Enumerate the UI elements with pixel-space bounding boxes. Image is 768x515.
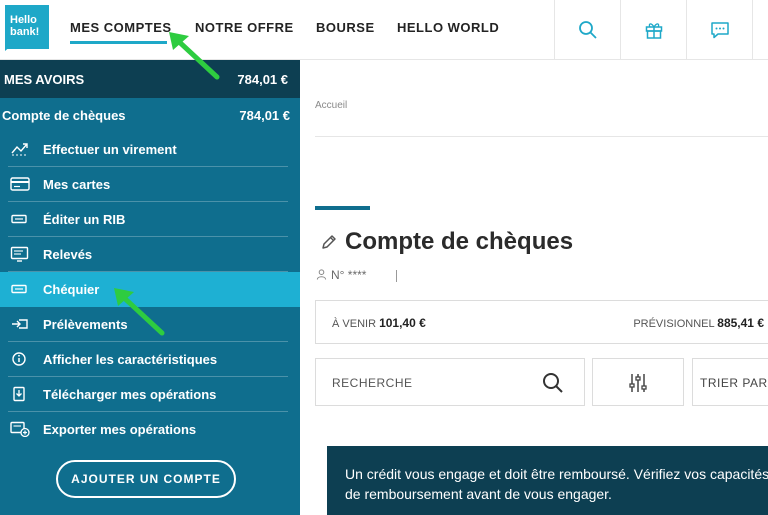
download-icon xyxy=(13,386,25,402)
sort-label: TRIER PAR xyxy=(700,376,768,390)
sidebar-item-virement[interactable]: Effectuer un virement xyxy=(0,132,300,167)
chat-button[interactable] xyxy=(686,0,752,59)
info-icon xyxy=(12,352,26,366)
upcoming-amount: 101,40 € xyxy=(379,316,426,330)
transfer-icon xyxy=(11,143,28,156)
rib-icon xyxy=(11,214,27,224)
account-actions-menu: Effectuer un virement Mes cartes Éditer … xyxy=(0,132,300,447)
user-icon xyxy=(316,269,327,280)
account-number: N° **** xyxy=(316,268,398,282)
header-extra-button[interactable] xyxy=(752,0,768,59)
card-icon xyxy=(10,177,30,191)
nav-bourse[interactable]: BOURSE xyxy=(316,20,375,35)
balance-summary: À VENIR 101,40 € PRÉVISIONNEL 885,41 € xyxy=(315,300,768,344)
sidebar-item-label: Éditer un RIB xyxy=(43,212,126,227)
add-account-button[interactable]: AJOUTER UN COMPTE xyxy=(56,460,236,498)
search-button[interactable] xyxy=(554,0,620,59)
upcoming-label: À VENIR xyxy=(332,318,377,330)
mes-avoirs-row[interactable]: MES AVOIRS 784,01 € xyxy=(0,60,300,98)
separator xyxy=(396,269,398,282)
sidebar-item-telecharger[interactable]: Télécharger mes opérations xyxy=(0,377,300,412)
sidebar-item-label: Télécharger mes opérations xyxy=(43,387,217,402)
avoirs-label: MES AVOIRS xyxy=(4,72,85,87)
account-label: Compte de chèques xyxy=(2,108,126,123)
avoirs-amount: 784,01 € xyxy=(237,72,288,87)
sidebar-item-caracteristiques[interactable]: Afficher les caractéristiques xyxy=(0,342,300,377)
sidebar-item-label: Chéquier xyxy=(43,282,100,297)
sidebar-item-rib[interactable]: Éditer un RIB xyxy=(0,202,300,237)
sidebar-item-chequier[interactable]: Chéquier xyxy=(0,272,300,307)
logo-text-line2: bank! xyxy=(10,26,40,38)
pencil-icon[interactable] xyxy=(320,233,338,251)
breadcrumb[interactable]: Accueil xyxy=(315,100,347,111)
nav-active-underline xyxy=(70,41,167,44)
account-row[interactable]: Compte de chèques 784,01 € xyxy=(0,98,300,132)
divider xyxy=(315,136,768,137)
nav-hello-world[interactable]: HELLO WORLD xyxy=(397,20,499,35)
search-placeholder: RECHERCHE xyxy=(332,376,413,390)
sliders-icon xyxy=(629,374,647,392)
sidebar-item-prelevements[interactable]: Prélèvements xyxy=(0,307,300,342)
sidebar-item-label: Afficher les caractéristiques xyxy=(43,352,218,367)
account-sidebar: MES AVOIRS 784,01 € Compte de chèques 78… xyxy=(0,60,300,515)
filter-button[interactable] xyxy=(592,358,684,406)
sidebar-item-label: Effectuer un virement xyxy=(43,142,177,157)
sidebar-item-label: Mes cartes xyxy=(43,177,111,192)
forecast-balance: PRÉVISIONNEL 885,41 € xyxy=(633,316,764,330)
chat-icon xyxy=(710,21,729,38)
account-number-text: N° **** xyxy=(331,268,367,282)
sidebar-item-cartes[interactable]: Mes cartes xyxy=(0,167,300,202)
search-icon xyxy=(578,20,597,39)
account-amount: 784,01 € xyxy=(239,108,290,123)
forecast-label: PRÉVISIONNEL xyxy=(633,318,715,330)
sidebar-item-label: Relevés xyxy=(43,247,93,262)
gift-button[interactable] xyxy=(620,0,686,59)
logo-tail xyxy=(5,45,12,51)
operations-search-input[interactable]: RECHERCHE xyxy=(315,358,585,406)
forecast-amount: 885,41 € xyxy=(717,316,764,330)
export-icon xyxy=(10,421,30,437)
sidebar-item-label: Prélèvements xyxy=(43,317,128,332)
page: Hello bank! MES COMPTES NOTRE OFFRE BOUR… xyxy=(0,0,768,515)
search-icon[interactable] xyxy=(542,372,564,394)
top-header: Hello bank! MES COMPTES NOTRE OFFRE BOUR… xyxy=(0,0,768,60)
checkbook-icon xyxy=(11,284,27,294)
sidebar-item-releves[interactable]: Relevés xyxy=(0,237,300,272)
gift-icon xyxy=(645,22,662,39)
nav-notre-offre[interactable]: NOTRE OFFRE xyxy=(195,20,294,35)
credit-warning-text: Un crédit vous engage et doit être rembo… xyxy=(345,466,768,502)
hello-bank-logo[interactable]: Hello bank! xyxy=(5,5,49,49)
page-title: Compte de chèques xyxy=(345,228,574,255)
credit-warning-banner: Un crédit vous engage et doit être rembo… xyxy=(327,446,768,515)
sidebar-item-label: Exporter mes opérations xyxy=(43,422,197,437)
title-accent-bar xyxy=(315,206,370,210)
logo-text-line1: Hello xyxy=(10,14,37,26)
direct-debit-icon xyxy=(12,319,28,329)
sidebar-item-exporter[interactable]: Exporter mes opérations xyxy=(0,412,300,447)
nav-mes-comptes[interactable]: MES COMPTES xyxy=(70,20,172,35)
statement-icon xyxy=(10,246,29,262)
sort-button[interactable]: TRIER PAR xyxy=(692,358,768,406)
upcoming-balance: À VENIR 101,40 € xyxy=(332,316,426,330)
